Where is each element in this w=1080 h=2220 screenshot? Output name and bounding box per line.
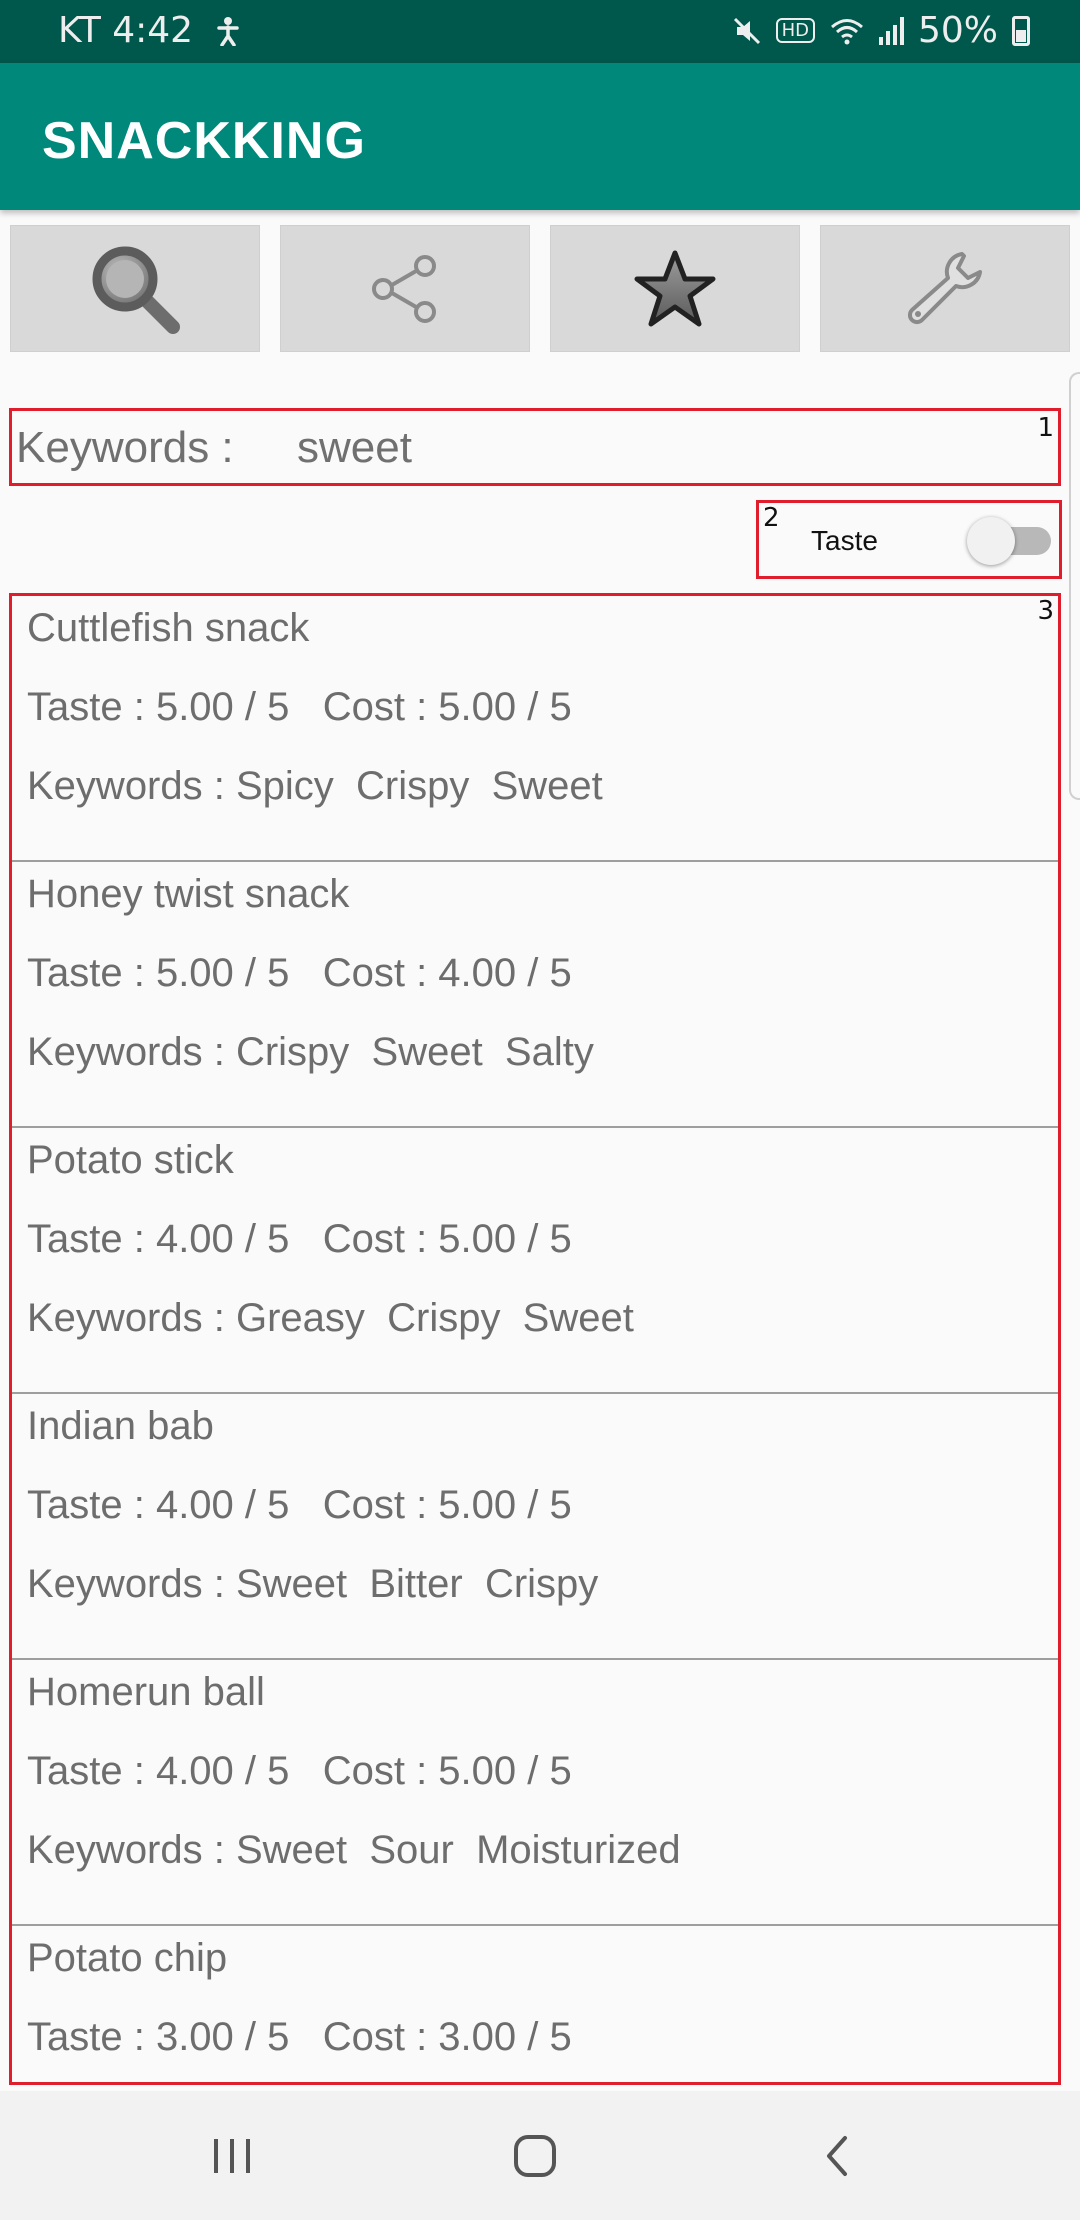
item-name: Homerun ball	[27, 1670, 265, 1714]
item-keywords: Keywords : Sweet Sour Moisturized	[27, 1828, 681, 1872]
item-keywords: Keywords : Crispy Sweet Salty	[27, 1030, 594, 1074]
item-ratings: Taste : 4.00 / 5 Cost : 5.00 / 5	[27, 1483, 572, 1527]
list-item[interactable]: Cuttlefish snack Taste : 5.00 / 5 Cost :…	[12, 596, 1058, 862]
signal-icon	[878, 16, 904, 45]
item-name: Indian bab	[27, 1404, 214, 1448]
status-left: KT 4:42	[58, 10, 241, 51]
share-icon	[372, 254, 436, 323]
wrench-icon	[907, 251, 982, 324]
item-ratings: Taste : 4.00 / 5 Cost : 5.00 / 5	[27, 1749, 572, 1793]
item-name: Cuttlefish snack	[27, 606, 310, 650]
accessibility-icon	[217, 16, 239, 46]
navigation-bar	[0, 2091, 1080, 2220]
home-button[interactable]	[495, 2121, 575, 2191]
home-icon	[514, 2135, 556, 2177]
wifi-icon	[831, 18, 863, 44]
star-icon	[634, 250, 716, 326]
keywords-box[interactable]: Keywords : sweet 1	[9, 408, 1061, 486]
list-item[interactable]: Indian bab Taste : 4.00 / 5 Cost : 5.00 …	[12, 1394, 1058, 1660]
item-ratings: Taste : 4.00 / 5 Cost : 5.00 / 5	[27, 1217, 572, 1261]
search-button[interactable]	[10, 225, 260, 352]
snack-list: 3 Cuttlefish snack Taste : 5.00 / 5 Cost…	[9, 593, 1061, 2085]
switch-thumb	[967, 517, 1015, 565]
keywords-label: Keywords :	[16, 423, 234, 472]
item-name: Potato stick	[27, 1138, 234, 1182]
status-right: HD 50%	[732, 10, 1030, 51]
app-bar: SNACKKING	[0, 63, 1080, 210]
item-keywords: Keywords : Greasy Crispy Sweet	[27, 1296, 634, 1340]
battery-icon	[1012, 15, 1030, 46]
item-ratings: Taste : 5.00 / 5 Cost : 5.00 / 5	[27, 685, 572, 729]
box-number-2: 2	[763, 503, 780, 533]
settings-button[interactable]	[820, 225, 1070, 352]
box-number-3: 3	[1037, 596, 1054, 626]
mute-icon	[733, 17, 760, 44]
recent-apps-button[interactable]	[192, 2121, 272, 2191]
sort-toggle-box: 2 Taste	[756, 500, 1062, 579]
recent-apps-icon	[214, 2139, 250, 2173]
app-title: SNACKKING	[42, 112, 366, 170]
item-name: Potato chip	[27, 1936, 228, 1980]
list-item[interactable]: Honey twist snack Taste : 5.00 / 5 Cost …	[12, 862, 1058, 1128]
list-item[interactable]: Potato chip Taste : 3.00 / 5 Cost : 3.00…	[12, 1926, 1058, 2082]
battery-percent: 50%	[917, 10, 998, 51]
back-button[interactable]	[797, 2121, 877, 2191]
item-ratings: Taste : 3.00 / 5 Cost : 3.00 / 5	[27, 2015, 572, 2059]
side-scroll-indicator[interactable]	[1069, 372, 1080, 800]
item-keywords: Keywords : Spicy Crispy Sweet	[27, 764, 603, 808]
item-keywords: Keywords : Sweet Bitter Crispy	[27, 1562, 599, 1606]
item-name: Honey twist snack	[27, 872, 350, 916]
search-icon	[92, 246, 180, 334]
back-icon	[827, 2136, 847, 2176]
item-ratings: Taste : 5.00 / 5 Cost : 4.00 / 5	[27, 951, 572, 995]
keywords-value: sweet	[297, 423, 412, 472]
box-number-1: 1	[1037, 413, 1054, 443]
favorite-button[interactable]	[550, 225, 800, 352]
carrier-time: KT 4:42	[58, 10, 194, 51]
taste-label: Taste	[811, 525, 878, 556]
list-item[interactable]: Potato stick Taste : 4.00 / 5 Cost : 5.0…	[12, 1128, 1058, 1394]
share-button[interactable]	[280, 225, 530, 352]
status-bar: KT 4:42 HD 50%	[0, 0, 1080, 63]
list-item[interactable]: Homerun ball Taste : 4.00 / 5 Cost : 5.0…	[12, 1660, 1058, 1926]
toolbar	[10, 225, 1070, 352]
hd-badge: HD	[775, 18, 815, 43]
